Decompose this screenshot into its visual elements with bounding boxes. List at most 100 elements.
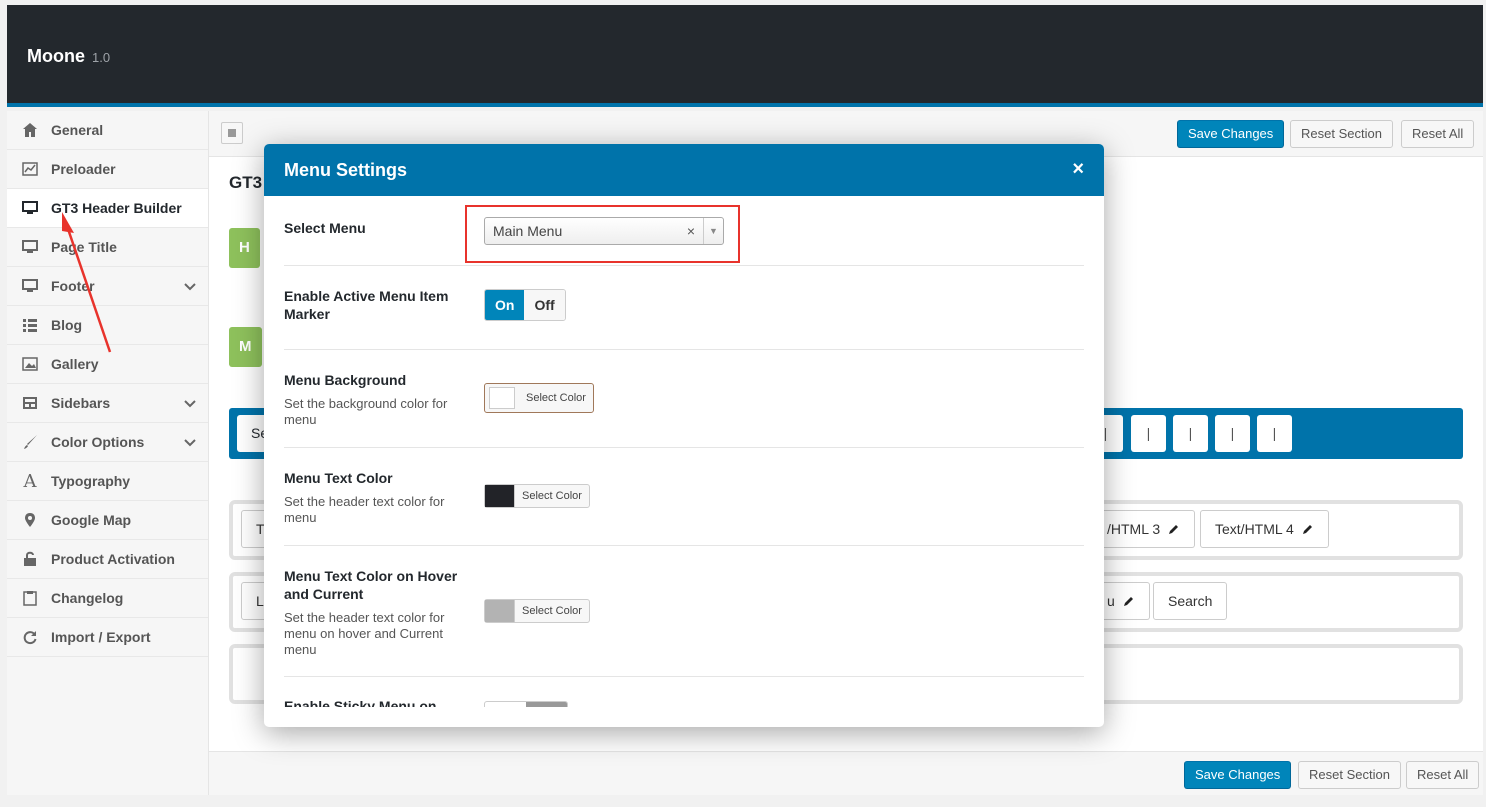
- green-button-fragment[interactable]: H: [229, 228, 260, 268]
- pin-icon: [21, 511, 39, 529]
- field-label: Menu Text Color: [284, 470, 393, 486]
- sidebar-item-label: Blog: [51, 317, 83, 333]
- font-icon: A: [23, 470, 37, 492]
- pencil-icon[interactable]: [1123, 595, 1135, 607]
- menu-background-field: Menu Background Set the background color…: [284, 350, 1084, 448]
- field-label: Menu Background: [284, 372, 407, 388]
- monitor-icon: [21, 277, 39, 295]
- select-value: Main Menu: [493, 223, 563, 239]
- save-changes-button-bottom[interactable]: Save Changes: [1184, 761, 1292, 789]
- close-icon[interactable]: ×: [1072, 158, 1084, 180]
- sidebar-item-label: General: [51, 122, 104, 138]
- list-icon: [21, 316, 39, 334]
- sidebar-item-label: Gallery: [51, 356, 99, 372]
- green-button-fragment[interactable]: M: [229, 327, 262, 367]
- sidebar-item-label: Preloader: [51, 161, 116, 177]
- sidebar-item-label: Sidebars: [51, 395, 111, 411]
- section-heading-fragment: GT3: [229, 173, 263, 192]
- modal-header: Menu Settings ×: [264, 144, 1104, 196]
- chart-icon: [21, 160, 39, 178]
- menu-hover-color-field: Menu Text Color on Hover and Current Set…: [284, 546, 1084, 677]
- tag-label: u: [1107, 593, 1115, 609]
- field-label: Enable Active Menu Item Marker: [284, 288, 449, 322]
- sidebar-item-blog[interactable]: Blog: [7, 306, 208, 345]
- sticky-menu-toggle[interactable]: [484, 701, 568, 707]
- text-html-4-tag[interactable]: Text/HTML 4: [1200, 510, 1329, 548]
- toggle-off[interactable]: Off: [524, 290, 565, 320]
- chevron-down-icon[interactable]: ▼: [703, 218, 723, 244]
- sidebar-item-preloader[interactable]: Preloader: [7, 150, 208, 189]
- tag-label: Text/HTML 4: [1215, 521, 1294, 537]
- sidebar-item-color-options[interactable]: Color Options: [7, 423, 208, 462]
- bar-pill[interactable]: |: [1131, 415, 1166, 452]
- expand-options-icon[interactable]: [221, 122, 243, 144]
- home-icon: [21, 121, 39, 139]
- field-description: Set the header text color for menu on ho…: [284, 610, 445, 657]
- pencil-icon[interactable]: [1168, 523, 1180, 535]
- sidebar-item-page-title[interactable]: Page Title: [7, 228, 208, 267]
- bar-pill[interactable]: |: [1215, 415, 1250, 452]
- brush-icon: [21, 433, 39, 451]
- field-label: Select Menu: [284, 220, 366, 236]
- chevron-down-icon[interactable]: [182, 434, 198, 450]
- field-label: Menu Text Color on Hover and Current: [284, 568, 458, 602]
- active-marker-toggle[interactable]: On Off: [484, 289, 566, 321]
- sidebar-item-label: Import / Export: [51, 629, 151, 645]
- select-menu-field: Select Menu Main Menu × ▼: [284, 196, 1084, 266]
- reset-all-button-bottom[interactable]: Reset All: [1406, 761, 1480, 789]
- menu-text-color-button[interactable]: Select Color: [484, 484, 590, 508]
- bottom-toolbar: Save Changes Reset Section Reset All: [209, 751, 1483, 795]
- sidebar-item-import-export[interactable]: Import / Export: [7, 618, 208, 657]
- menu-background-color-button[interactable]: Select Color: [484, 383, 594, 413]
- chevron-down-icon[interactable]: [182, 395, 198, 411]
- tag-label: /HTML 3: [1107, 521, 1161, 537]
- field-label: Enable Sticky Menu on: [284, 698, 437, 707]
- modal-title: Menu Settings: [284, 160, 408, 180]
- sidebar-item-label: Page Title: [51, 239, 117, 255]
- sidebar-item-changelog[interactable]: Changelog: [7, 579, 208, 618]
- sidebar-item-label: Typography: [51, 473, 131, 489]
- search-tag[interactable]: Search: [1153, 582, 1228, 620]
- monitor-icon: [21, 238, 39, 256]
- sidebar-item-google-map[interactable]: Google Map: [7, 501, 208, 540]
- sidebar-item-label: GT3 Header Builder: [51, 200, 182, 216]
- reset-all-button-top[interactable]: Reset All: [1401, 120, 1475, 148]
- sidebar-item-gt3-header-builder[interactable]: GT3 Header Builder: [7, 189, 208, 228]
- menu-settings-modal: Menu Settings × Select Menu Main Menu × …: [264, 144, 1104, 727]
- bar-pill[interactable]: |: [1257, 415, 1292, 452]
- sidebar-item-gallery[interactable]: Gallery: [7, 345, 208, 384]
- chevron-down-icon[interactable]: [182, 278, 198, 294]
- save-changes-button-top[interactable]: Save Changes: [1177, 120, 1285, 148]
- active-marker-field: Enable Active Menu Item Marker On Off: [284, 266, 1084, 350]
- bar-pill[interactable]: |: [1173, 415, 1208, 452]
- select-color-label: Select Color: [522, 490, 582, 502]
- sidebar-item-product-activation[interactable]: Product Activation: [7, 540, 208, 579]
- text-html-3-tag[interactable]: /HTML 3: [1093, 510, 1196, 548]
- menu-hover-color-button[interactable]: Select Color: [484, 599, 590, 623]
- menu-select[interactable]: Main Menu × ▼: [484, 217, 724, 245]
- sidebar-item-label: Product Activation: [51, 551, 175, 567]
- sticky-menu-field: Enable Sticky Menu on: [284, 677, 1084, 707]
- sidebar-icon: [21, 394, 39, 412]
- sidebar-item-typography[interactable]: A Typography: [7, 462, 208, 501]
- sidebar-item-label: Color Options: [51, 434, 145, 450]
- clear-icon[interactable]: ×: [687, 218, 695, 244]
- sidebar-item-label: Changelog: [51, 590, 124, 606]
- menu-text-color-field: Menu Text Color Set the header text colo…: [284, 448, 1084, 546]
- field-description: Set the header text color for menu: [284, 494, 445, 525]
- toggle-off[interactable]: [526, 702, 567, 707]
- reset-section-button-top[interactable]: Reset Section: [1290, 120, 1393, 148]
- sidebar-item-sidebars[interactable]: Sidebars: [7, 384, 208, 423]
- sidebar-item-footer[interactable]: Footer: [7, 267, 208, 306]
- sidebar-item-general[interactable]: General: [7, 111, 208, 150]
- clipboard-icon: [21, 589, 39, 607]
- field-description: Set the background color for menu: [284, 396, 448, 427]
- modal-body: Select Menu Main Menu × ▼ Enable Active …: [284, 196, 1084, 707]
- select-color-label: Select Color: [522, 605, 582, 617]
- toggle-on[interactable]: On: [485, 290, 525, 320]
- pencil-icon[interactable]: [1302, 523, 1314, 535]
- app-version: 1.0: [92, 50, 111, 65]
- select-color-label: Select Color: [526, 392, 586, 404]
- reset-section-button-bottom[interactable]: Reset Section: [1298, 761, 1401, 789]
- image-icon: [21, 355, 39, 373]
